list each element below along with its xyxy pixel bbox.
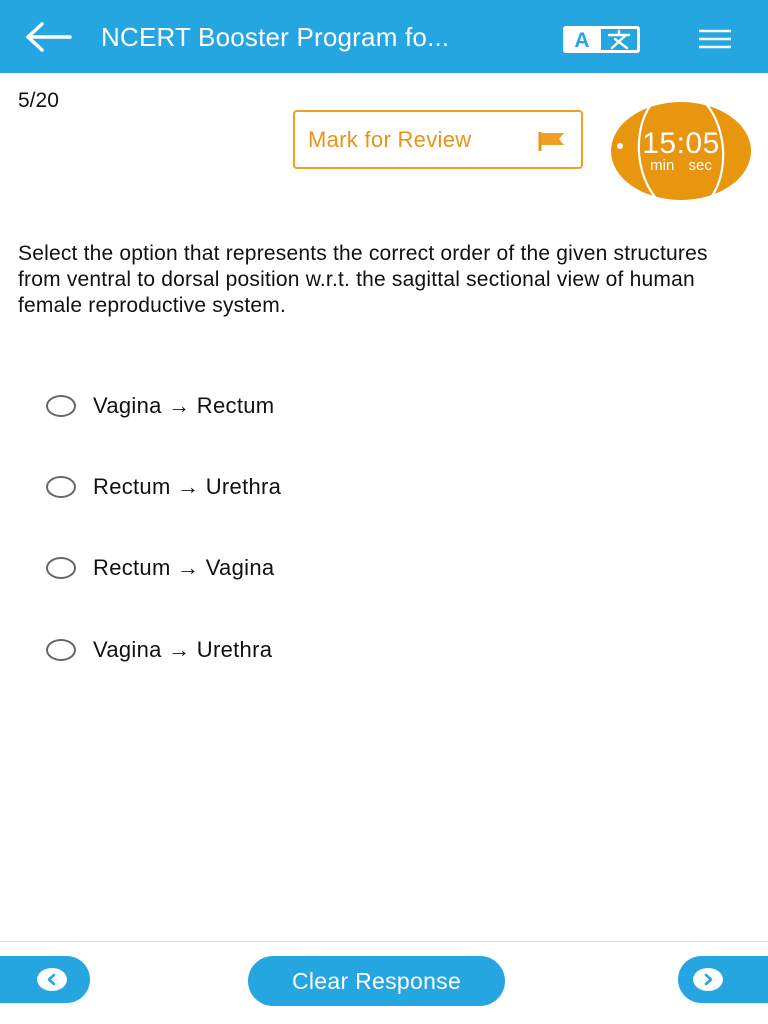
hamburger-menu-icon (699, 29, 731, 49)
answer-option-label: Rectum → Vagina (93, 555, 275, 580)
countdown-timer: 15:05 min sec (611, 102, 751, 200)
app-bar: NCERT Booster Program fo... A (0, 0, 768, 73)
next-question-button[interactable] (678, 956, 768, 1003)
radio-button[interactable] (46, 557, 76, 579)
previous-question-button[interactable] (0, 956, 90, 1003)
radio-button[interactable] (46, 639, 76, 661)
answer-option-label: Vagina → Urethra (93, 637, 273, 662)
radio-button[interactable] (46, 476, 76, 498)
answer-option-3[interactable]: Rectum → Vagina (46, 546, 726, 590)
answer-option-2[interactable]: Rectum → Urethra (46, 465, 726, 509)
next-button-knob (693, 968, 723, 991)
page-title: NCERT Booster Program fo... (101, 22, 450, 52)
answer-option-1[interactable]: Vagina → Rectum (46, 384, 726, 428)
back-button[interactable] (22, 18, 74, 56)
timer-units: min sec (650, 157, 712, 174)
radio-button[interactable] (46, 395, 76, 417)
previous-button-knob (37, 968, 67, 991)
footer-divider (0, 941, 768, 942)
question-text: Select the option that represents the co… (18, 242, 708, 317)
answer-option-4[interactable]: Vagina → Urethra (46, 628, 726, 672)
translate-letter: A (574, 29, 589, 52)
clear-response-button[interactable]: Clear Response (248, 956, 505, 1006)
flag-icon (538, 132, 564, 151)
arrow-left-icon (26, 22, 72, 52)
chevron-right-icon (704, 973, 713, 986)
translate-icon: A (563, 26, 640, 53)
answer-option-label: Rectum → Urethra (93, 474, 282, 499)
mark-for-review-label: Mark for Review (308, 126, 472, 152)
mark-for-review-button[interactable]: Mark for Review (293, 110, 583, 169)
language-toggle-button[interactable]: A (563, 26, 640, 53)
timer-value: 15:05 (642, 127, 720, 160)
chevron-left-icon (47, 973, 56, 986)
menu-button[interactable] (696, 26, 734, 52)
answer-option-label: Vagina → Rectum (93, 393, 275, 418)
question-progress: 5/20 (18, 89, 59, 112)
